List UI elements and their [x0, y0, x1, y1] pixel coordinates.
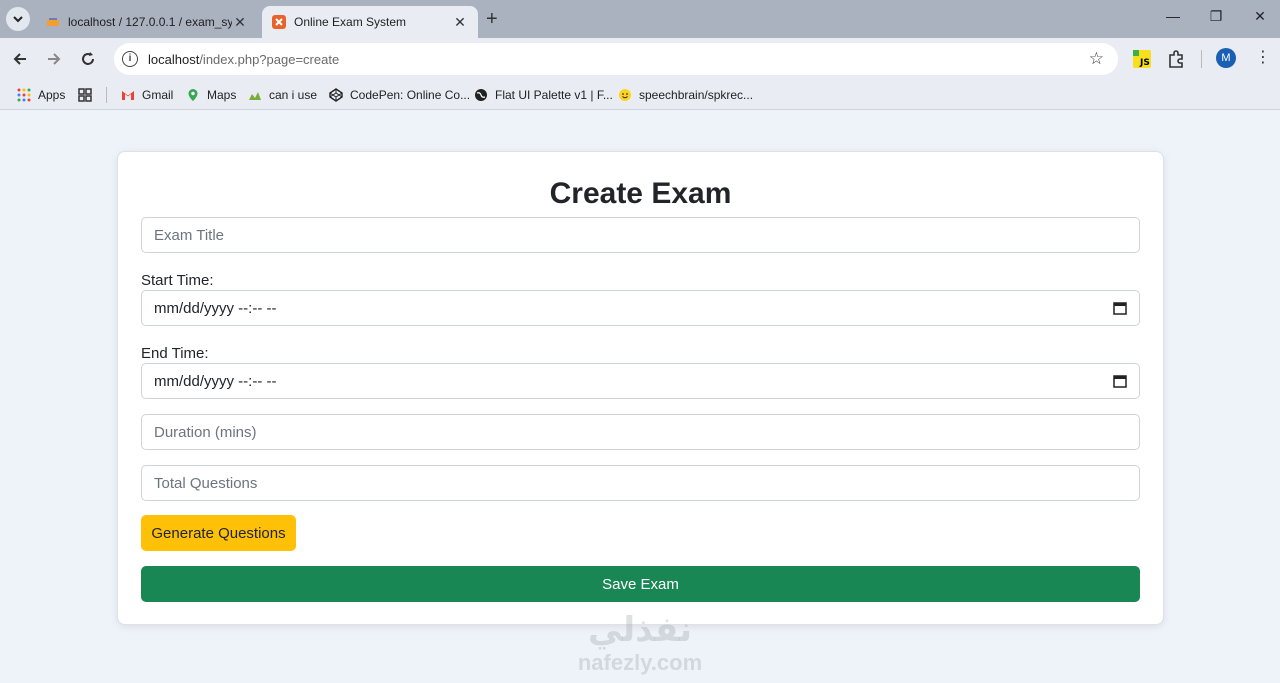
bookmark-label: can i use: [269, 88, 318, 102]
create-exam-card: Create Exam Exam Title Start Time: mm/dd…: [117, 151, 1164, 625]
tab-phpmyadmin[interactable]: localhost / 127.0.0.1 / exam_sys ✕: [36, 6, 258, 38]
url-host: localhost: [148, 51, 200, 67]
maps-pin-icon: [188, 89, 198, 101]
window-close-icon[interactable]: ✕: [1245, 8, 1275, 25]
end-time-label: End Time:: [141, 345, 209, 362]
total-questions-input[interactable]: Total Questions: [141, 465, 1140, 501]
bookmark-label: Maps: [207, 88, 237, 102]
chevron-down-icon: [13, 16, 23, 23]
js-extension-icon[interactable]: JS: [1133, 50, 1151, 73]
huggingface-icon: [619, 89, 631, 101]
bookmark-star-icon[interactable]: ☆: [1089, 49, 1104, 69]
bookmark-flat-ui[interactable]: Flat UI Palette v1 | F...: [474, 86, 613, 104]
profile-avatar[interactable]: M: [1216, 48, 1236, 68]
page-title: Create Exam: [549, 177, 732, 210]
tab-search-button[interactable]: [6, 7, 30, 31]
bookmark-label: Gmail: [142, 88, 174, 102]
restore-icon[interactable]: ❐: [1201, 8, 1231, 25]
watermark: نفذلي nafezly.com: [540, 610, 740, 676]
tab-groups-icon: [78, 88, 92, 102]
calendar-icon[interactable]: [1113, 374, 1127, 388]
start-time-value: mm/dd/yyyy --:-- --: [154, 299, 277, 317]
toolbar-divider: [1201, 50, 1202, 68]
new-tab-button[interactable]: +: [486, 8, 498, 30]
bookmark-divider: [106, 87, 107, 103]
minimize-icon[interactable]: —: [1158, 8, 1188, 24]
bookmarks-bar: Apps Gmail Maps can i use CodePen: Onlin…: [0, 80, 1280, 110]
tab-title: Online Exam System: [294, 15, 407, 29]
browser-toolbar: i localhost/index.php?page=create ☆ JS M…: [0, 38, 1280, 80]
gmail-icon: [122, 91, 134, 100]
tab-online-exam[interactable]: Online Exam System ✕: [262, 6, 478, 38]
bookmark-apps[interactable]: Apps: [17, 86, 65, 104]
bookmark-gmail[interactable]: Gmail: [121, 86, 173, 104]
tab-title: localhost / 127.0.0.1 / exam_sys: [68, 15, 232, 29]
url-path: /index.php?page=create: [199, 51, 340, 67]
close-icon[interactable]: ✕: [232, 14, 248, 31]
bookmark-speechbrain[interactable]: speechbrain/spkrec...: [618, 86, 753, 104]
bookmark-codepen[interactable]: CodePen: Online Co...: [329, 86, 470, 104]
bookmark-caniuse[interactable]: can i use: [248, 86, 317, 104]
save-exam-button[interactable]: Save Exam: [141, 566, 1140, 602]
bookmark-label: Apps: [38, 88, 66, 102]
duration-input[interactable]: Duration (mins): [141, 414, 1140, 450]
start-time-input[interactable]: mm/dd/yyyy --:-- --: [141, 290, 1140, 326]
xampp-icon: [272, 15, 286, 29]
forward-icon[interactable]: [42, 47, 66, 71]
globe-icon: [475, 89, 487, 101]
js-extension-label: JS: [1139, 58, 1150, 68]
bookmark-label: speechbrain/spkrec...: [639, 88, 754, 102]
menu-kebab-icon[interactable]: ⋮: [1255, 50, 1271, 66]
codepen-icon: [329, 88, 343, 102]
caniuse-icon: [249, 92, 261, 100]
extensions-puzzle-icon[interactable]: [1167, 49, 1187, 74]
tab-strip: localhost / 127.0.0.1 / exam_sys ✕ Onlin…: [0, 0, 1280, 38]
address-bar[interactable]: i localhost/index.php?page=create ☆: [114, 43, 1118, 75]
bookmark-maps[interactable]: Maps: [186, 86, 236, 104]
calendar-icon[interactable]: [1113, 301, 1127, 315]
start-time-label: Start Time:: [141, 272, 214, 289]
reload-icon[interactable]: [76, 47, 100, 71]
bookmark-label: Flat UI Palette v1 | F...: [495, 88, 613, 102]
end-time-value: mm/dd/yyyy --:-- --: [154, 372, 277, 390]
watermark-arabic: نفذلي: [587, 611, 693, 649]
generate-questions-button[interactable]: Generate Questions: [141, 515, 296, 551]
bookmark-label: CodePen: Online Co...: [350, 88, 471, 102]
exam-title-input[interactable]: Exam Title: [141, 217, 1140, 253]
phpmyadmin-icon: [47, 18, 59, 26]
apps-grid-icon: [17, 88, 31, 102]
end-time-input[interactable]: mm/dd/yyyy --:-- --: [141, 363, 1140, 399]
tab-groups-button[interactable]: [78, 86, 99, 104]
close-icon[interactable]: ✕: [452, 14, 468, 31]
watermark-url: nafezly.com: [577, 650, 703, 675]
back-icon[interactable]: [8, 47, 32, 71]
site-info-icon[interactable]: i: [122, 51, 138, 67]
